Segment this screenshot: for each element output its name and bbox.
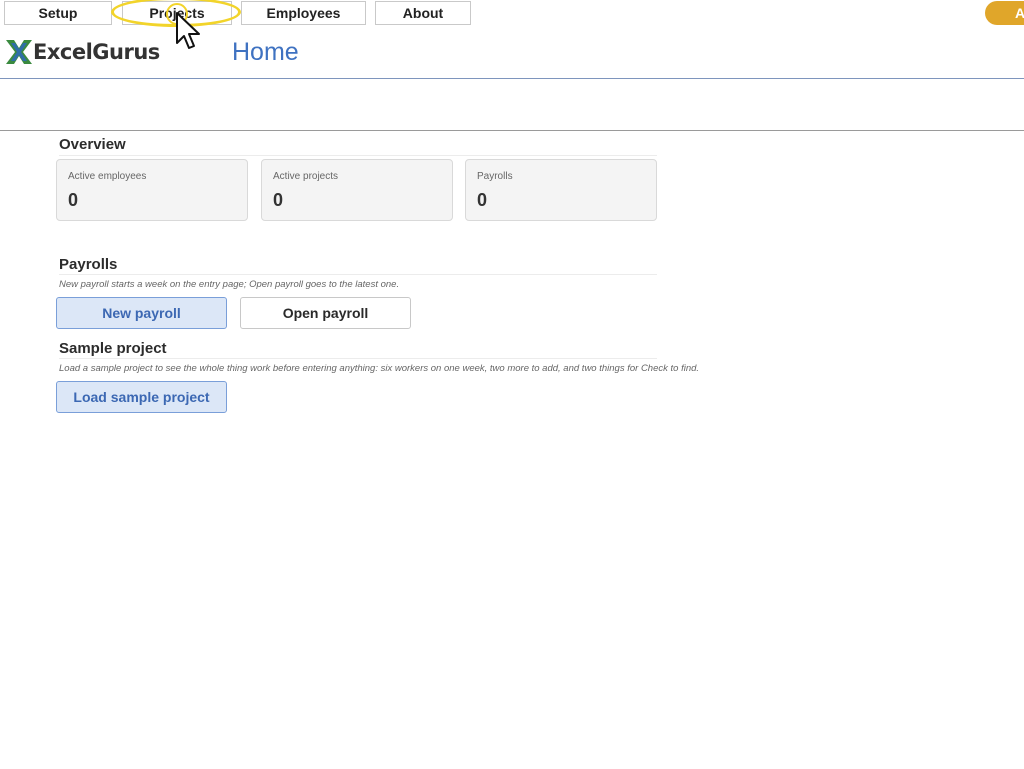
new-payroll-button[interactable]: New payroll	[56, 297, 227, 329]
mouse-cursor-icon	[176, 12, 200, 49]
nav-employees-button[interactable]: Employees	[241, 1, 366, 25]
stat-value: 0	[273, 190, 284, 210]
logo: ExcelGurus	[5, 38, 160, 66]
stat-card-payrolls: Payrolls 0	[465, 159, 657, 221]
payrolls-note: New payroll starts a week on the entry p…	[59, 279, 400, 290]
payrolls-divider	[59, 274, 657, 275]
stat-card-active-employees: Active employees 0	[56, 159, 248, 221]
nav-setup-button[interactable]: Setup	[4, 1, 112, 25]
payrolls-title: Payrolls	[59, 256, 118, 273]
open-payroll-button[interactable]: Open payroll	[240, 297, 411, 329]
stat-label: Active employees	[68, 171, 147, 182]
stat-label: Active projects	[273, 171, 339, 182]
sample-project-divider	[59, 358, 657, 359]
logo-text: ExcelGurus	[33, 40, 160, 64]
stat-value: 0	[477, 190, 488, 210]
header-divider	[0, 78, 1024, 79]
stat-card-active-projects: Active projects 0	[261, 159, 453, 221]
user-badge[interactable]: A	[985, 1, 1024, 25]
nav-about-button[interactable]: About	[375, 1, 471, 25]
excelgurus-logo-icon	[6, 40, 32, 64]
sample-project-title: Sample project	[59, 340, 167, 357]
page-title: Home	[232, 38, 299, 66]
stat-label: Payrolls	[477, 171, 513, 182]
overview-title: Overview	[59, 136, 126, 153]
overview-divider	[59, 155, 657, 156]
toolbar-divider	[0, 130, 1024, 131]
sample-project-note: Load a sample project to see the whole t…	[59, 363, 700, 374]
load-sample-project-button[interactable]: Load sample project	[56, 381, 227, 413]
stat-value: 0	[68, 190, 79, 210]
